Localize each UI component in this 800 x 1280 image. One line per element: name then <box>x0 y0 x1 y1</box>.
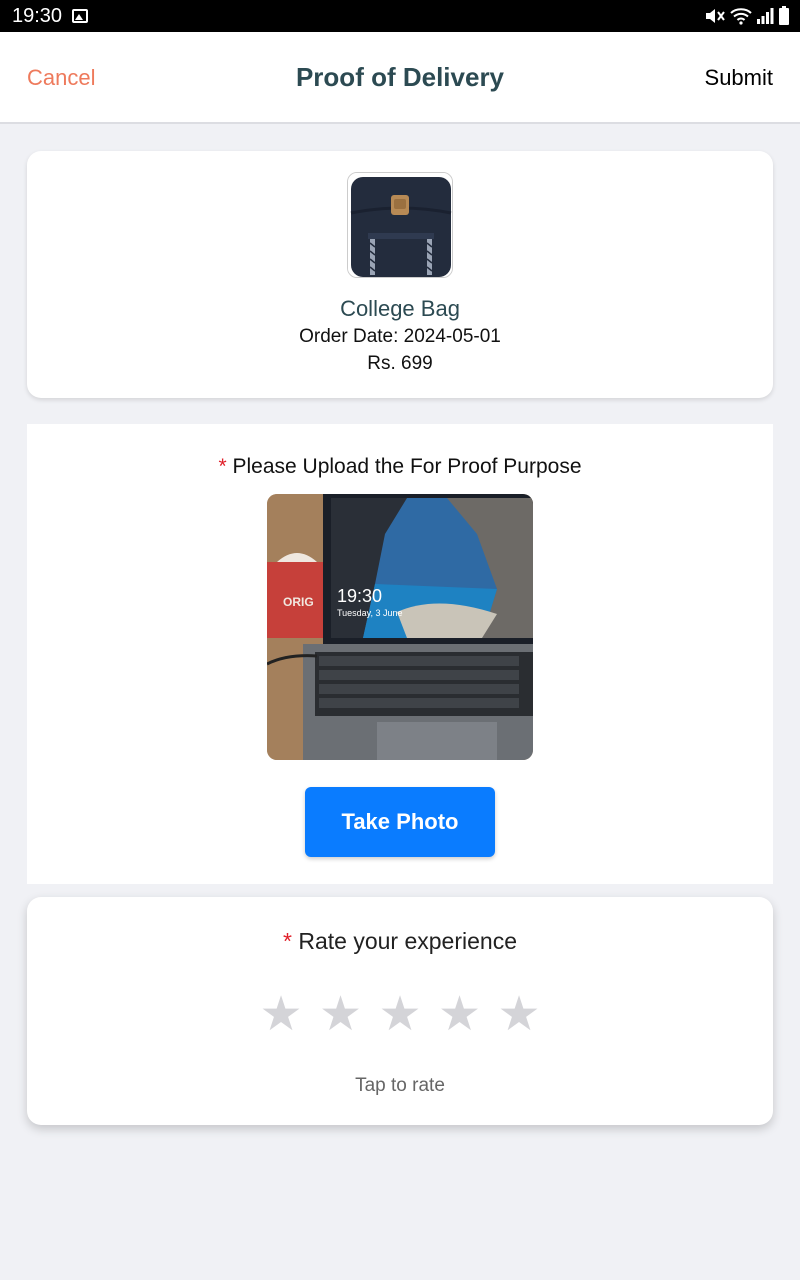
product-card: College Bag Order Date: 2024-05-01 Rs. 6… <box>27 151 773 398</box>
photo-lockscreen-date: Tuesday, 3 June <box>337 608 403 618</box>
star-rating: ★ ★ ★ ★ ★ <box>257 991 543 1039</box>
product-name: College Bag <box>340 296 460 321</box>
take-photo-button[interactable]: Take Photo <box>305 787 495 857</box>
battery-icon <box>779 6 789 25</box>
tap-to-rate-hint: Tap to rate <box>355 1075 445 1096</box>
photo-tissue-brand: ORIG <box>283 595 314 609</box>
star-icon[interactable]: ★ <box>317 991 365 1039</box>
signal-icon <box>757 8 774 24</box>
submit-button[interactable]: Submit <box>705 65 773 91</box>
rating-title-text: Rate your experience <box>298 928 517 954</box>
rating-card: * Rate your experience ★ ★ ★ ★ ★ Tap to … <box>27 897 773 1125</box>
order-date: Order Date: 2024-05-01 <box>299 326 501 347</box>
page-title: Proof of Delivery <box>295 62 505 92</box>
proof-upload-section: * Please Upload the For Proof Purpose 19… <box>27 424 773 884</box>
app-header: Cancel Proof of Delivery Submit <box>0 32 800 124</box>
required-asterisk: * <box>218 455 227 478</box>
photo-lockscreen-time: 19:30 <box>337 586 382 606</box>
wifi-icon <box>730 8 752 25</box>
rating-title: * Rate your experience <box>27 928 773 955</box>
proof-photo: 19:30 Tuesday, 3 June ORIG <box>267 494 533 760</box>
backpack-icon <box>348 173 452 277</box>
status-time: 19:30 <box>12 4 63 27</box>
star-icon[interactable]: ★ <box>495 991 543 1039</box>
star-icon[interactable]: ★ <box>376 991 424 1039</box>
required-asterisk: * <box>283 928 292 954</box>
gallery-notification-icon <box>72 9 89 23</box>
mute-icon <box>706 9 725 23</box>
upload-label-text: Please Upload the For Proof Purpose <box>232 455 582 478</box>
star-icon[interactable]: ★ <box>436 991 484 1039</box>
star-icon[interactable]: ★ <box>257 991 305 1039</box>
upload-label: * Please Upload the For Proof Purpose <box>27 455 773 479</box>
product-price: Rs. 699 <box>367 353 433 374</box>
product-image <box>347 172 453 278</box>
status-bar: 19:30 <box>0 0 800 32</box>
